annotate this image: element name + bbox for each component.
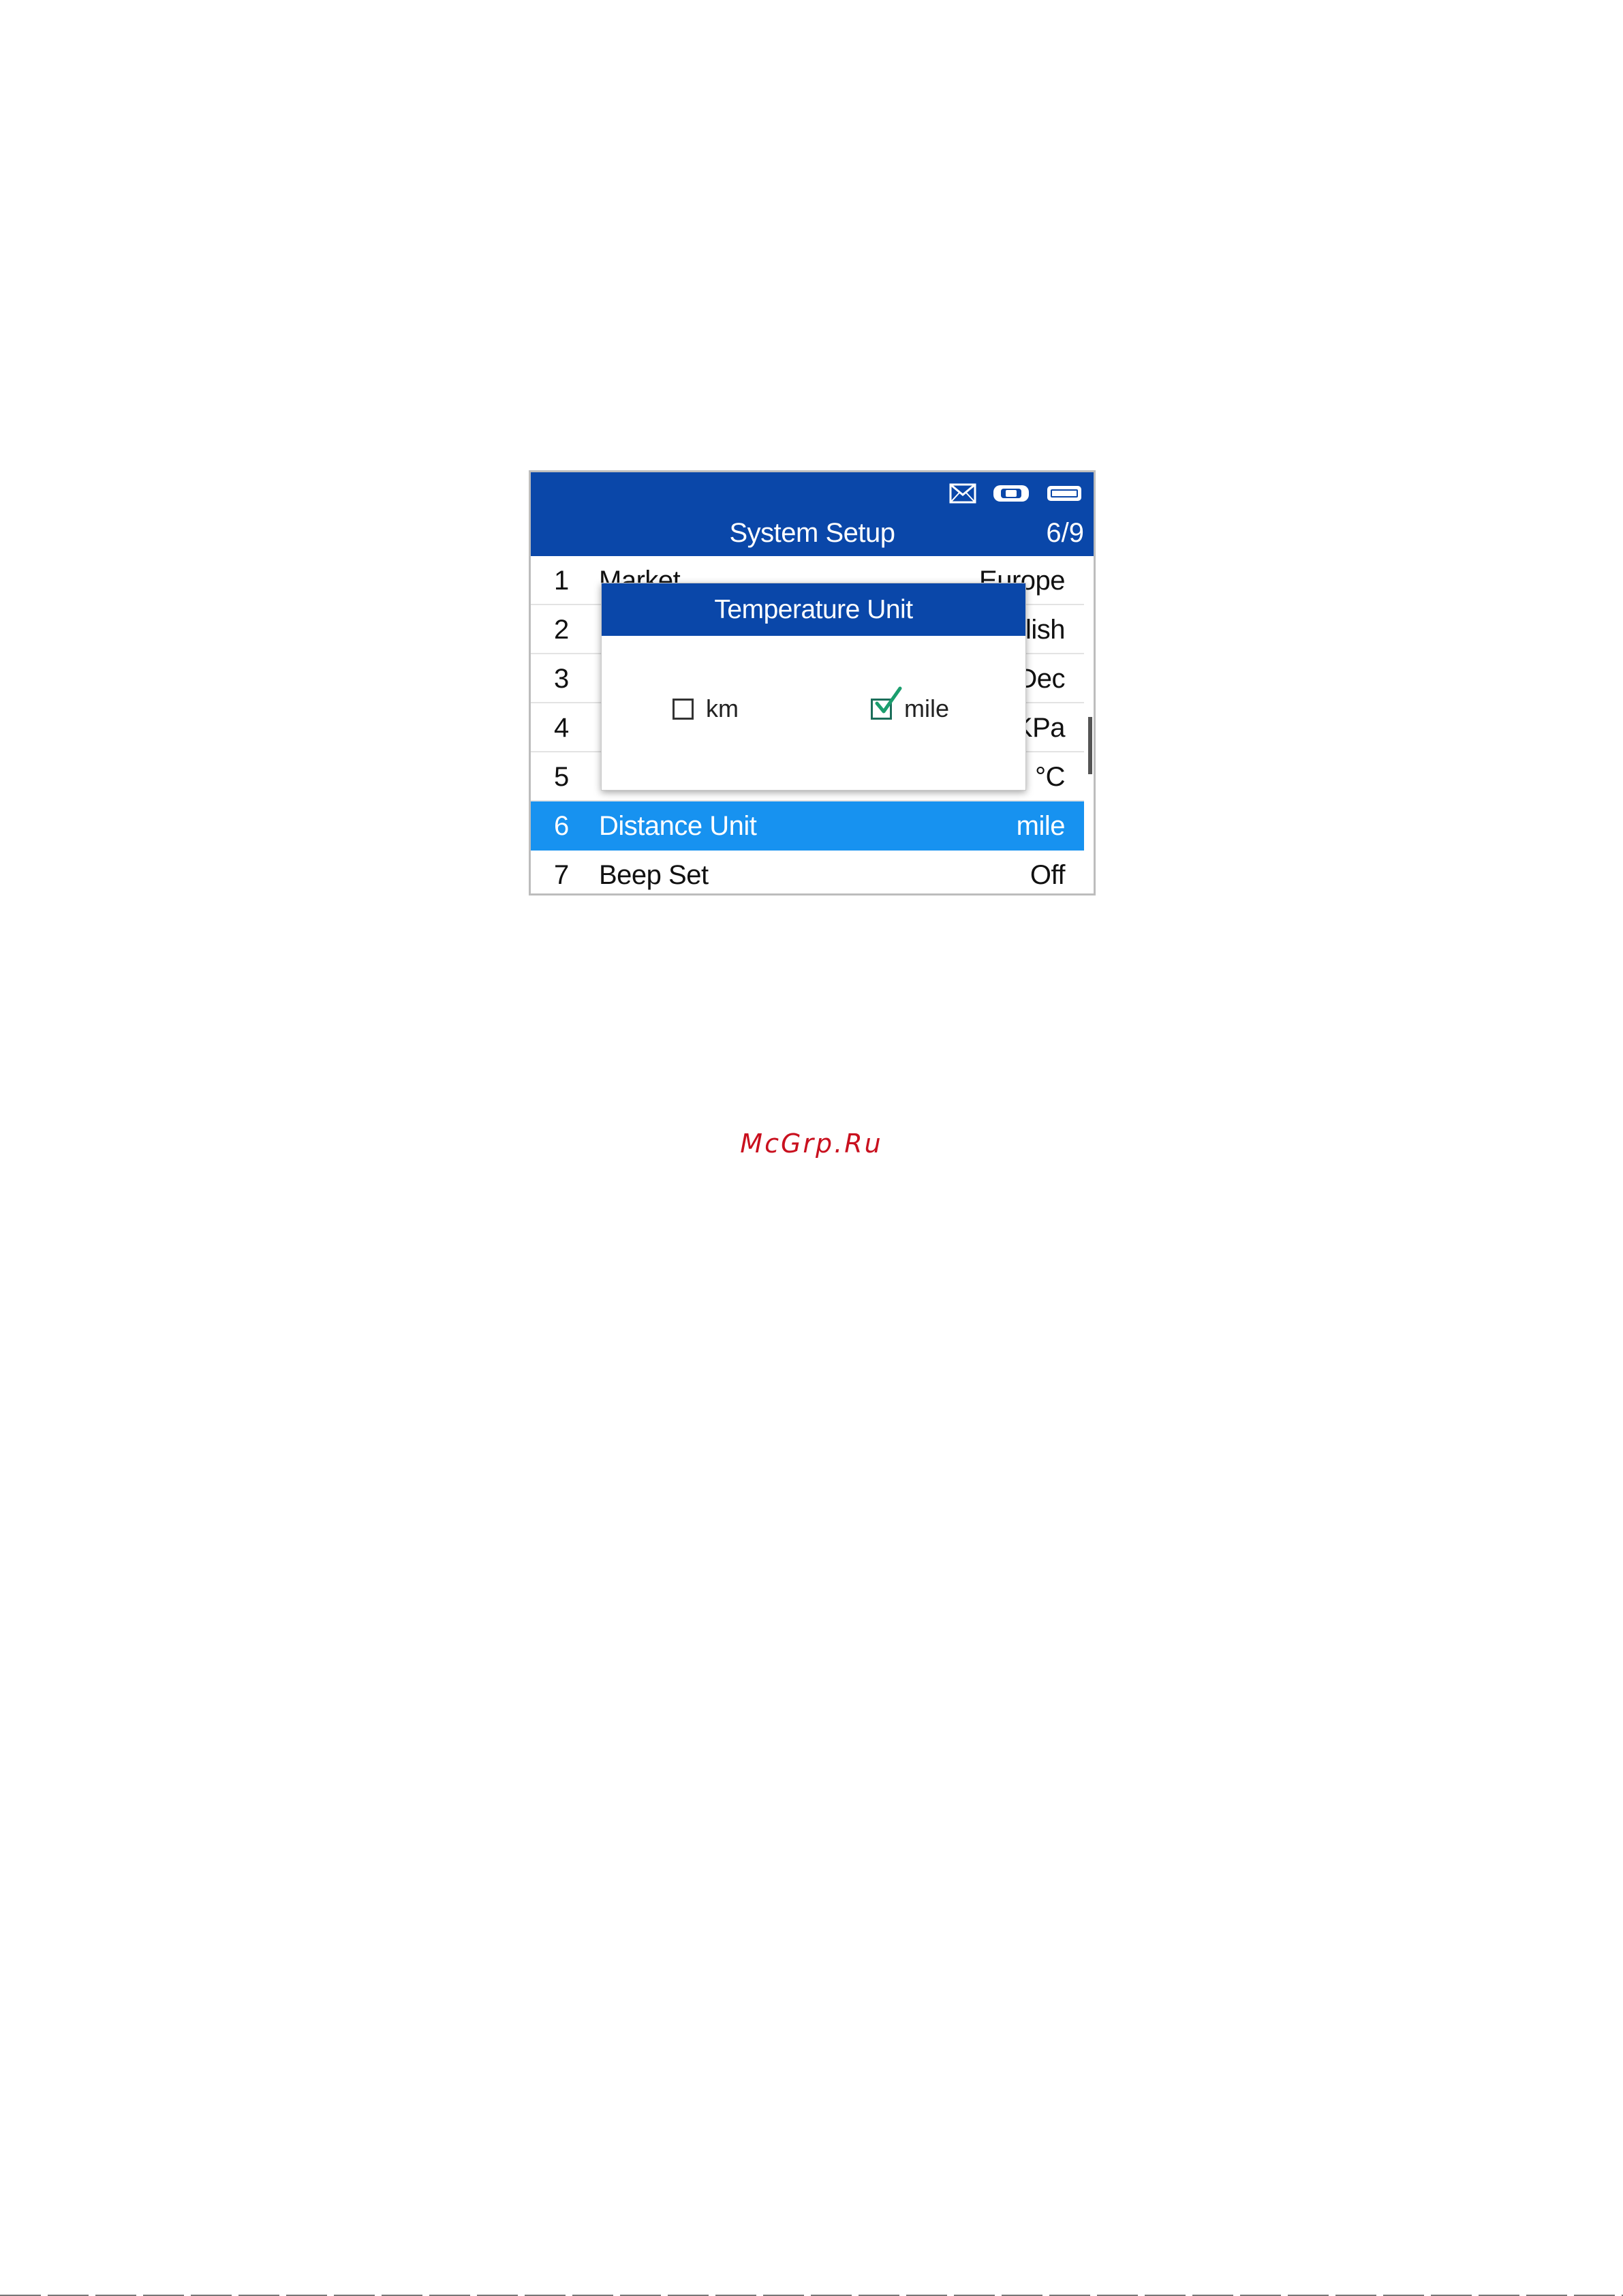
item-label: Beep Set <box>599 860 709 890</box>
battery-icon <box>1046 484 1084 503</box>
menu-item-beep-set[interactable]: 7 Beep Set Off <box>531 851 1084 893</box>
item-number: 5 <box>554 762 570 792</box>
mail-icon <box>949 483 976 504</box>
status-icons <box>949 478 1084 509</box>
item-number: 4 <box>554 713 570 743</box>
item-number: 1 <box>554 566 570 596</box>
scrollbar[interactable] <box>1085 556 1094 893</box>
dialog-title: Temperature Unit <box>602 583 1025 636</box>
checkbox-mile[interactable] <box>871 686 902 720</box>
item-value: °C <box>1035 762 1065 792</box>
device-screen: System Setup 6/9 1 Market Europe 2 lish … <box>529 470 1096 896</box>
option-label-mile: mile <box>904 694 950 722</box>
vehicle-connection-icon <box>991 483 1031 504</box>
option-mile[interactable]: mile <box>871 686 950 726</box>
item-label: Distance Unit <box>599 811 757 841</box>
checkbox-km[interactable] <box>673 698 694 720</box>
page-indicator: 6/9 <box>1046 518 1084 548</box>
checkmark-icon <box>875 686 902 713</box>
item-number: 7 <box>554 860 570 890</box>
item-number: 6 <box>554 811 570 841</box>
unit-dialog: Temperature Unit km mile <box>601 583 1026 791</box>
option-label-km: km <box>706 694 739 722</box>
item-value: Off <box>1030 860 1066 890</box>
item-number: 2 <box>554 615 570 645</box>
watermark: McGrp.Ru <box>740 1129 883 1159</box>
menu-item-distance-unit[interactable]: 6 Distance Unit mile <box>531 801 1084 851</box>
title-bar: System Setup 6/9 <box>531 472 1094 556</box>
item-value: lish <box>1025 615 1066 645</box>
page-title: System Setup <box>729 518 895 548</box>
scroll-thumb[interactable] <box>1088 717 1092 774</box>
item-value: mile <box>1016 811 1066 841</box>
option-km[interactable]: km <box>673 691 739 726</box>
item-number: 3 <box>554 664 570 694</box>
